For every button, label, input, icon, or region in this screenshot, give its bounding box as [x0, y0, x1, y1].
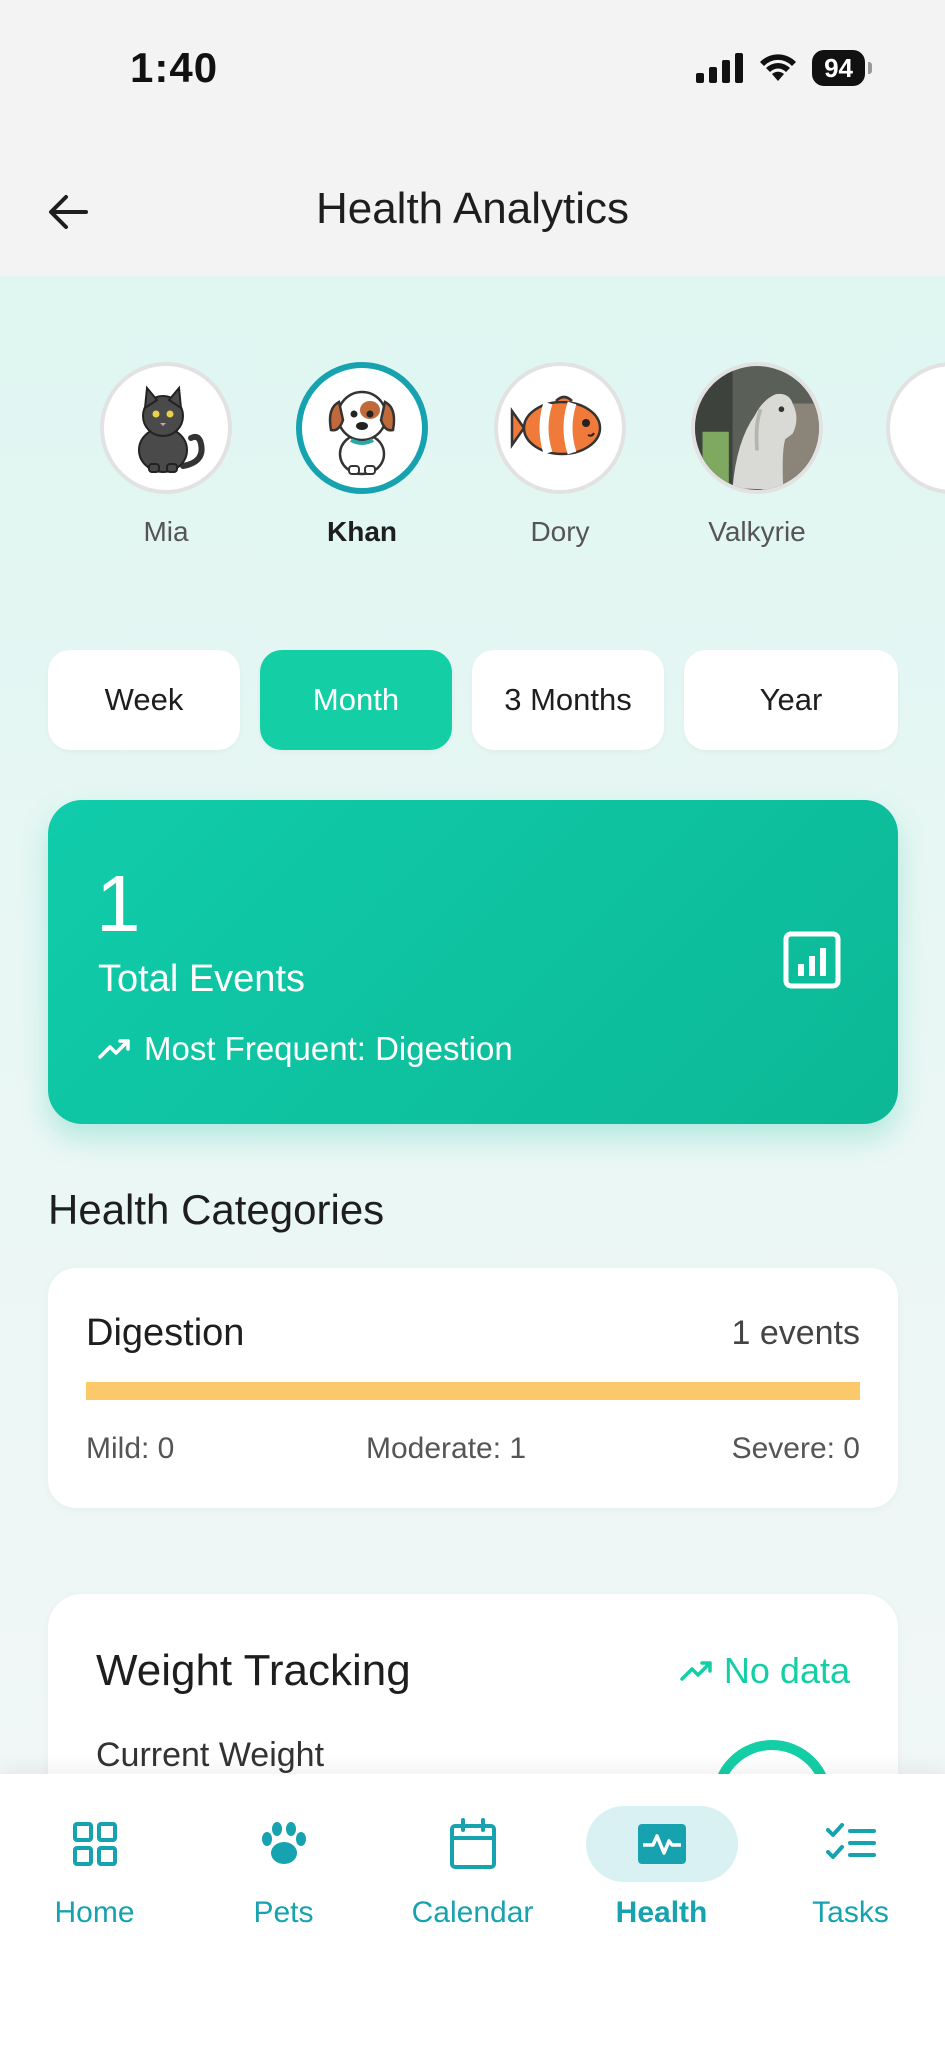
- pet-item-dory[interactable]: Dory: [480, 362, 640, 548]
- pet-name: Valkyrie: [708, 516, 806, 547]
- grid-icon: [72, 1822, 117, 1866]
- health-categories-title: Health Categories: [48, 1186, 385, 1233]
- paw-icon: [261, 1822, 306, 1864]
- calendar-icon: [449, 1818, 496, 1869]
- pet-item-more[interactable]: [886, 362, 945, 494]
- pet-name: Khan: [327, 516, 397, 547]
- tab-calendar[interactable]: Calendar: [378, 1806, 567, 1930]
- battery-indicator: 94: [812, 50, 872, 86]
- tab-home[interactable]: Home: [0, 1806, 189, 1930]
- severity-mild: Mild: 0: [86, 1432, 175, 1465]
- pet-item-khan[interactable]: Khan: [282, 362, 442, 548]
- fish-icon: [510, 395, 602, 456]
- category-card-digestion[interactable]: Digestion 1 events Mild: 0 Moderate: 1 S…: [48, 1268, 898, 1508]
- tab-pets[interactable]: Pets: [189, 1806, 378, 1930]
- pet-avatar: [100, 362, 232, 494]
- period-3-months-button[interactable]: 3 Months: [472, 650, 664, 750]
- weight-tracking-title: Weight Tracking: [96, 1646, 411, 1695]
- pet-avatar: [494, 362, 626, 494]
- bar-chart-icon: [783, 931, 841, 989]
- main-content: Mia Khan Dory Valkyrie Week Month 3 Mont…: [0, 276, 945, 1776]
- status-icons: 94: [696, 50, 872, 86]
- weight-tracking-card: Weight Tracking No data Current Weight: [48, 1594, 898, 1776]
- severity-moderate: Moderate: 1: [366, 1432, 527, 1465]
- cat-icon: [138, 385, 205, 473]
- status-time: 1:40: [130, 44, 219, 91]
- weight-progress-ring: [712, 1740, 832, 1776]
- pet-avatar: [691, 362, 823, 494]
- tab-tasks[interactable]: Tasks: [756, 1806, 945, 1930]
- total-events-card: 1 Total Events Most Frequent: Digestion: [48, 800, 898, 1124]
- pet-avatar: [296, 362, 428, 494]
- trending-up-icon: [98, 1039, 130, 1059]
- period-selector: Week Month 3 Months Year: [48, 650, 898, 750]
- current-weight-label: Current Weight: [96, 1736, 325, 1774]
- tab-label: Home: [54, 1896, 135, 1929]
- bottom-tab-bar: Home Pets Calendar Health Tasks: [0, 1774, 945, 2048]
- horse-photo: [695, 366, 819, 490]
- wifi-icon: [760, 54, 797, 81]
- page-title: Health Analytics: [315, 184, 630, 233]
- period-week-button[interactable]: Week: [48, 650, 240, 750]
- pet-selector: Mia Khan Dory Valkyrie: [0, 362, 945, 562]
- status-bar: 1:40 94: [0, 0, 945, 140]
- signal-icon: [696, 53, 744, 83]
- tab-label: Pets: [253, 1896, 314, 1929]
- tab-health[interactable]: Health: [567, 1806, 756, 1930]
- pulse-icon: [637, 1824, 686, 1864]
- total-events-label: Total Events: [98, 958, 305, 1000]
- header: Health Analytics: [0, 140, 945, 276]
- pet-name: Mia: [143, 516, 189, 547]
- tab-label: Calendar: [411, 1896, 534, 1929]
- checklist-icon: [825, 1823, 876, 1859]
- severity-severe: Severe: 0: [731, 1432, 860, 1465]
- most-frequent-text: Most Frequent: Digestion: [144, 1030, 513, 1067]
- category-name: Digestion: [86, 1312, 245, 1354]
- period-month-button[interactable]: Month: [260, 650, 452, 750]
- most-frequent: Most Frequent: Digestion: [98, 1030, 513, 1068]
- dog-icon: [328, 390, 396, 476]
- pet-name: Dory: [530, 516, 590, 547]
- tab-label: Health: [615, 1896, 708, 1929]
- trending-up-icon: [680, 1661, 712, 1681]
- pet-item-mia[interactable]: Mia: [86, 362, 246, 548]
- category-count: 1 events: [731, 1314, 860, 1352]
- weight-status: No data: [680, 1650, 850, 1692]
- category-severity-bar: [86, 1382, 860, 1400]
- weight-status-text: No data: [723, 1650, 850, 1691]
- period-year-button[interactable]: Year: [684, 650, 898, 750]
- pet-item-valkyrie[interactable]: Valkyrie: [677, 362, 837, 548]
- total-events-value: 1: [96, 859, 141, 948]
- tab-label: Tasks: [812, 1896, 889, 1929]
